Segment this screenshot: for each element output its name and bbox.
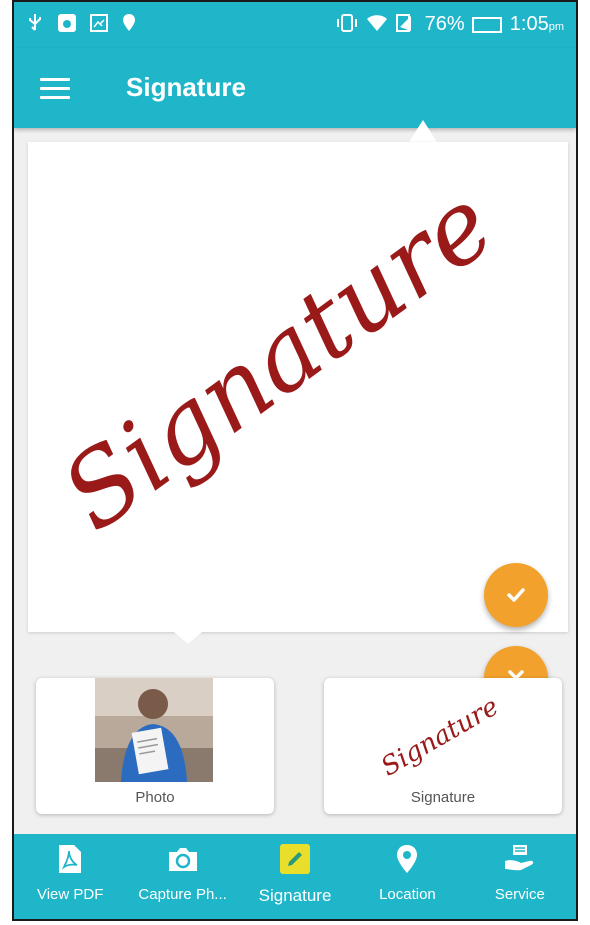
wifi-icon: [366, 12, 388, 34]
signal-icon: [394, 12, 416, 34]
signature-pad[interactable]: Signature: [28, 142, 568, 710]
location-notification-icon: [118, 12, 140, 34]
service-hand-icon: [503, 842, 537, 876]
battery-percent: 76%: [424, 13, 465, 35]
bottom-navigation: View PDF Capture Ph... Signature Locatio…: [14, 834, 576, 919]
vibrate-icon: [336, 12, 358, 34]
nav-item-capture-photo[interactable]: Capture Ph...: [126, 834, 238, 919]
nav-item-view-pdf[interactable]: View PDF: [14, 834, 126, 919]
location-pin-icon: [390, 842, 424, 876]
gallery-notification-icon: [88, 12, 110, 34]
check-icon: [507, 588, 525, 602]
nav-label-signature: Signature: [258, 886, 332, 905]
camera-icon: [166, 842, 200, 876]
page-title: Signature: [126, 72, 246, 102]
photo-card[interactable]: Photo: [36, 678, 274, 814]
battery-icon: [472, 16, 503, 33]
nav-label-location: Location: [379, 886, 436, 903]
app-notification-icon: [56, 12, 78, 34]
nav-label-view-pdf: View PDF: [36, 886, 104, 903]
usb-icon: [24, 12, 46, 34]
signature-card[interactable]: Signature Signature: [324, 678, 562, 814]
signature-thumbnail: Signature: [376, 692, 504, 782]
signature-thumbnail-ink: Signature: [376, 692, 504, 782]
hamburger-menu-icon[interactable]: [40, 78, 70, 100]
pad-pointer-bottom: [174, 632, 202, 644]
status-text: 76% 1:05pm: [425, 13, 564, 36]
clock-ampm: pm: [548, 21, 564, 33]
app-toolbar: Signature: [14, 48, 576, 128]
photo-card-label: Photo: [135, 789, 175, 806]
pad-pointer-top: [409, 120, 437, 142]
signature-card-label: Signature: [410, 789, 476, 806]
nav-label-service: Service: [494, 886, 545, 903]
pdf-icon: [53, 842, 87, 876]
clock-time: 1:05: [509, 13, 549, 35]
confirm-button[interactable]: [484, 563, 548, 627]
pencil-icon: [278, 842, 312, 876]
photo-thumbnail: [95, 678, 213, 782]
phone-frame: 76% 1:05pm Signature Signature Photo Sig…: [12, 0, 578, 921]
nav-item-signature[interactable]: Signature: [239, 834, 351, 919]
nav-item-location[interactable]: Location: [351, 834, 463, 919]
signature-drawing: Signature: [41, 165, 514, 554]
nav-label-capture-photo: Capture Ph...: [138, 886, 227, 903]
signature-ink: Signature: [41, 165, 514, 554]
nav-item-service[interactable]: Service: [464, 834, 576, 919]
status-bar: 76% 1:05pm: [14, 2, 576, 48]
